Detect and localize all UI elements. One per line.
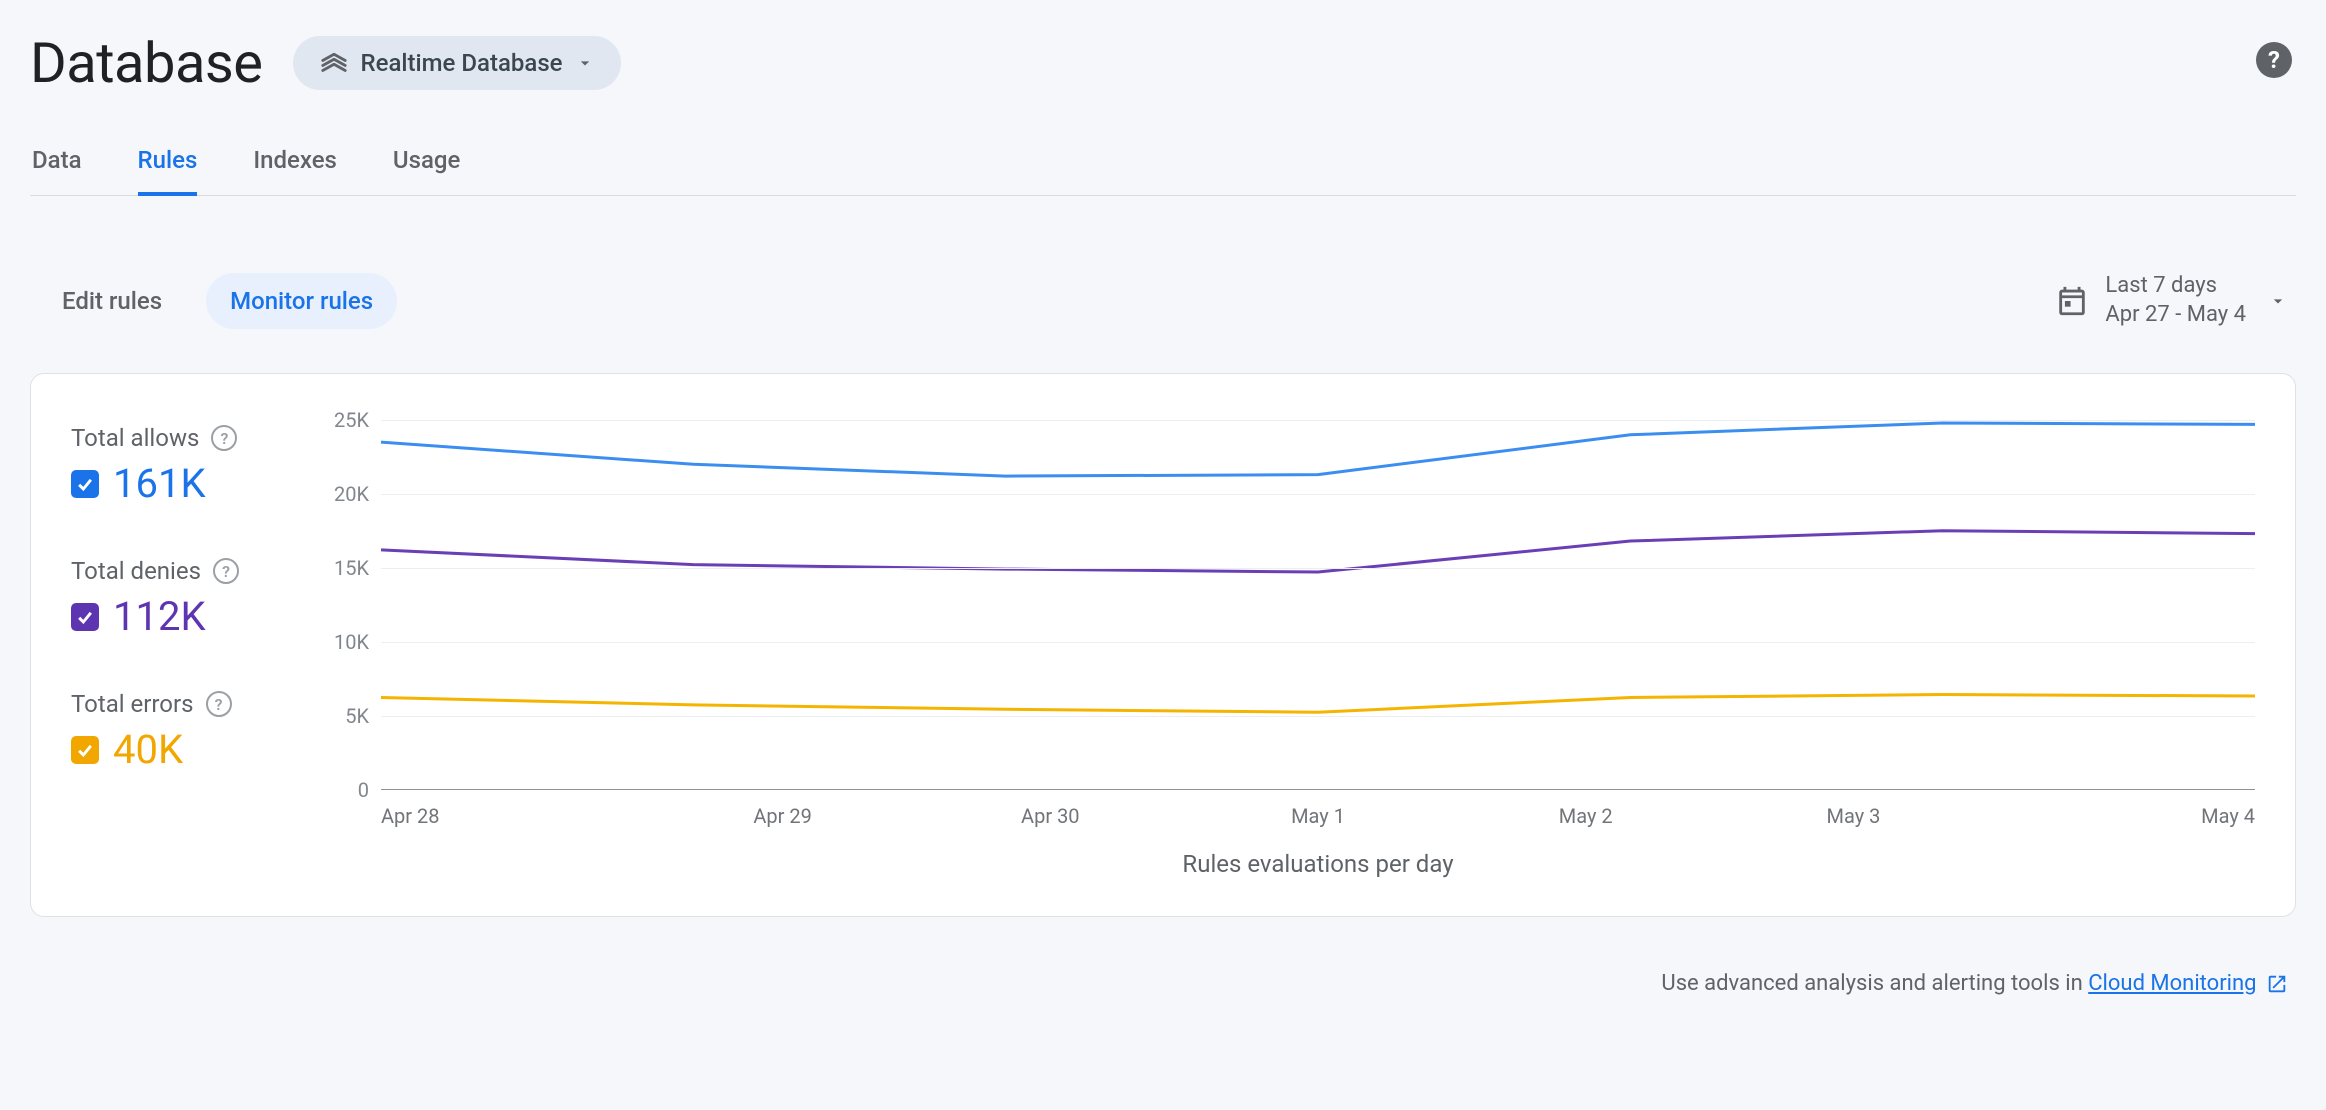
footer-text: Use advanced analysis and alerting tools… bbox=[1661, 971, 2088, 996]
chart-legend: Total allows ? 161K Total denies ? bbox=[71, 420, 301, 880]
footer-note: Use advanced analysis and alerting tools… bbox=[30, 971, 2296, 996]
y-tick-label: 15K bbox=[334, 556, 369, 580]
realtime-db-icon bbox=[319, 48, 349, 78]
chart-area: 05K10K15K20K25K Apr 28Apr 29Apr 30May 1M… bbox=[321, 420, 2255, 880]
subtab-monitor-rules[interactable]: Monitor rules bbox=[206, 273, 397, 329]
tab-indexes[interactable]: Indexes bbox=[253, 132, 337, 196]
calendar-icon bbox=[2055, 284, 2089, 318]
page-title: Database bbox=[30, 30, 263, 96]
x-tick-label: May 3 bbox=[1720, 804, 1988, 828]
help-circle-icon[interactable]: ? bbox=[206, 691, 232, 717]
x-tick-label: Apr 28 bbox=[381, 804, 649, 828]
chart-x-axis-label: Rules evaluations per day bbox=[381, 850, 2255, 878]
y-tick-label: 10K bbox=[334, 630, 369, 654]
rules-subtabs: Edit rules Monitor rules bbox=[38, 273, 397, 329]
legend-allows: Total allows ? 161K bbox=[71, 424, 301, 507]
legend-errors: Total errors ? 40K bbox=[71, 690, 301, 773]
chevron-down-icon bbox=[575, 53, 595, 73]
date-range-label: Last 7 days bbox=[2105, 272, 2246, 301]
database-selector-label: Realtime Database bbox=[361, 49, 563, 77]
legend-denies-value: 112K bbox=[113, 593, 206, 640]
help-circle-icon[interactable]: ? bbox=[213, 558, 239, 584]
y-tick-label: 20K bbox=[334, 482, 369, 506]
x-tick-label: May 1 bbox=[1184, 804, 1452, 828]
chart-series-line bbox=[381, 423, 2255, 476]
legend-allows-checkbox[interactable] bbox=[71, 470, 99, 498]
chevron-down-icon bbox=[2268, 291, 2288, 311]
legend-errors-checkbox[interactable] bbox=[71, 736, 99, 764]
legend-denies-checkbox[interactable] bbox=[71, 603, 99, 631]
date-range-picker[interactable]: Last 7 days Apr 27 - May 4 bbox=[2055, 272, 2288, 329]
chart-series-line bbox=[381, 695, 2255, 713]
legend-denies-label: Total denies bbox=[71, 557, 201, 585]
legend-allows-value: 161K bbox=[113, 460, 206, 507]
x-tick-label: May 2 bbox=[1452, 804, 1720, 828]
chart-plot bbox=[381, 420, 2255, 790]
tab-rules[interactable]: Rules bbox=[138, 132, 198, 196]
legend-errors-value: 40K bbox=[113, 726, 183, 773]
cloud-monitoring-link[interactable]: Cloud Monitoring bbox=[2088, 971, 2256, 996]
open-external-icon bbox=[2266, 973, 2288, 995]
x-tick-label: May 4 bbox=[1987, 804, 2255, 828]
x-tick-label: Apr 29 bbox=[649, 804, 917, 828]
tab-usage[interactable]: Usage bbox=[393, 132, 460, 196]
database-selector[interactable]: Realtime Database bbox=[293, 36, 621, 90]
main-tabs: Data Rules Indexes Usage bbox=[30, 132, 2296, 196]
subtab-edit-rules[interactable]: Edit rules bbox=[38, 273, 186, 329]
date-range-value: Apr 27 - May 4 bbox=[2105, 301, 2246, 330]
legend-errors-label: Total errors bbox=[71, 690, 194, 718]
y-tick-label: 25K bbox=[334, 408, 369, 432]
line-chart-svg bbox=[381, 420, 2255, 789]
y-tick-label: 5K bbox=[345, 704, 369, 728]
tab-data[interactable]: Data bbox=[32, 132, 82, 196]
x-tick-label: Apr 30 bbox=[916, 804, 1184, 828]
legend-allows-label: Total allows bbox=[71, 424, 199, 452]
help-circle-icon[interactable]: ? bbox=[211, 425, 237, 451]
legend-denies: Total denies ? 112K bbox=[71, 557, 301, 640]
help-icon[interactable]: ? bbox=[2256, 42, 2292, 78]
chart-series-line bbox=[381, 531, 2255, 572]
y-tick-label: 0 bbox=[358, 778, 369, 802]
monitor-card: Total allows ? 161K Total denies ? bbox=[30, 373, 2296, 917]
